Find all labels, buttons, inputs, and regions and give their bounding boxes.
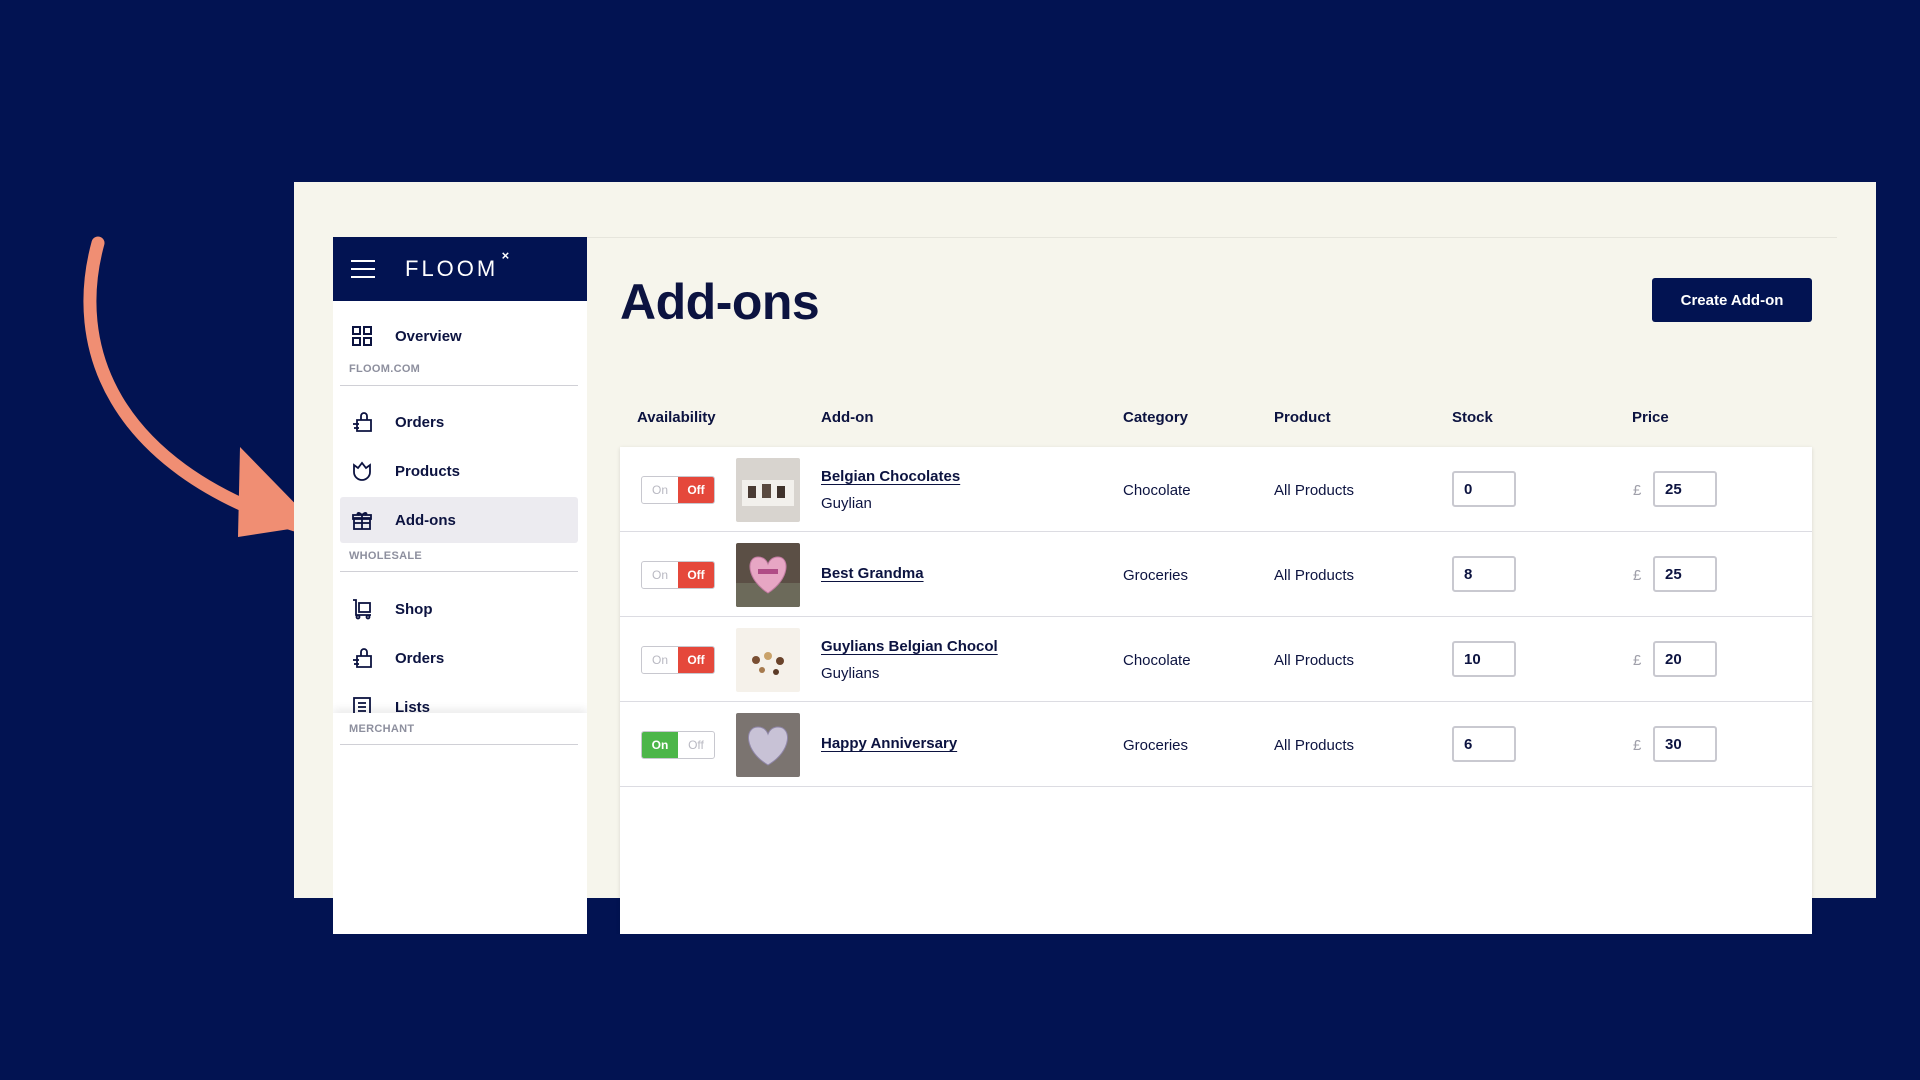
currency-symbol: £ [1633,567,1642,584]
price-input[interactable] [1653,556,1717,592]
toggle-off-label[interactable]: Off [678,732,714,758]
section-label-floom: FLOOM.COM [349,363,421,375]
section-divider [340,744,578,745]
product-cell: All Products [1274,652,1355,669]
section-label-wholesale: WHOLESALE [349,550,422,562]
addon-name-link[interactable]: Best Grandma [821,565,924,582]
currency-symbol: £ [1633,737,1642,754]
floom-logo[interactable]: FLOOM × [405,248,509,282]
section-divider [340,385,578,386]
toggle-on-label[interactable]: On [642,562,678,588]
section-divider [340,571,578,572]
table-row: On Off Happy Anniversary Groceries All P… [620,702,1812,787]
chocolates-image [736,628,800,692]
column-header-addon[interactable]: Add-on [821,409,873,426]
screenshot-frame: FLOOM × Overview FLOOM.COM Orders Produc… [294,182,1876,934]
chocolate-box-image [736,458,800,522]
stock-input[interactable] [1452,471,1516,507]
price-input[interactable] [1653,471,1717,507]
sidebar-footer: MERCHANT [333,713,587,934]
currency-symbol: £ [1633,482,1642,499]
logo-text: FLOOM [405,256,499,281]
toggle-off-label[interactable]: Off [678,562,714,588]
column-header-stock[interactable]: Stock [1452,409,1493,426]
addon-name-link[interactable]: Happy Anniversary [821,735,957,752]
availability-toggle[interactable]: On Off [641,731,715,759]
sidebar-header: FLOOM × [333,237,587,301]
column-header-category[interactable]: Category [1123,409,1188,426]
addon-brand: Guylians [821,665,880,682]
addon-name-link[interactable]: Belgian Chocolates [821,468,960,485]
sidebar-item-addons[interactable]: Add-ons [340,497,578,543]
hamburger-menu-icon[interactable] [351,260,375,278]
section-label-merchant: MERCHANT [349,723,415,735]
sidebar-item-label: Shop [395,600,433,618]
toggle-on-label[interactable]: On [642,732,678,758]
category-cell: Chocolate [1123,482,1191,499]
table-row: On Off Belgian Chocolates Guylian Chocol… [620,447,1812,532]
trolley-icon [353,599,371,620]
page-title: Add-ons [620,274,820,330]
logo-mark: × [501,248,513,263]
heart-balloon-image [736,543,800,607]
pointer-arrow-icon [83,236,316,537]
currency-symbol: £ [1633,652,1642,669]
balloon-image [736,713,800,777]
availability-toggle[interactable]: On Off [641,646,715,674]
category-cell: Groceries [1123,737,1189,754]
shopping-bag-icon [353,648,372,668]
sidebar-item-wholesale-orders[interactable]: Orders [340,635,578,681]
sidebar-item-overview[interactable]: Overview [340,313,578,359]
sidebar: FLOOM × Overview FLOOM.COM Orders Produc… [333,237,587,934]
app-window: FLOOM × Overview FLOOM.COM Orders Produc… [333,237,1837,934]
addon-brand: Guylian [821,495,872,512]
sidebar-item-label: Orders [395,413,445,431]
product-cell: All Products [1274,482,1355,499]
sidebar-item-label: Orders [395,649,445,667]
toggle-on-label[interactable]: On [642,647,678,673]
shopping-bag-icon [353,412,372,432]
availability-toggle[interactable]: On Off [641,561,715,589]
grid-icon [352,326,372,346]
sidebar-item-label: Add-ons [395,511,456,529]
column-header-product[interactable]: Product [1274,409,1331,426]
sidebar-item-products[interactable]: Products [340,448,578,494]
sidebar-item-label: Products [395,462,461,480]
category-cell: Chocolate [1123,652,1191,669]
stock-input[interactable] [1452,726,1516,762]
category-cell: Groceries [1123,567,1189,584]
table-row: On Off Guylians Belgian Chocol Guylians … [620,617,1812,702]
toggle-on-label[interactable]: On [642,477,678,503]
stock-input[interactable] [1452,641,1516,677]
product-cell: All Products [1274,737,1355,754]
toggle-off-label[interactable]: Off [678,647,714,673]
sidebar-item-label: Overview [395,327,462,345]
price-input[interactable] [1653,726,1717,762]
product-cell: All Products [1274,567,1355,584]
addon-name-link[interactable]: Guylians Belgian Chocol [821,638,998,655]
toggle-off-label[interactable]: Off [678,477,714,503]
availability-toggle[interactable]: On Off [641,476,715,504]
gift-icon [352,512,372,530]
sidebar-item-orders[interactable]: Orders [340,399,578,445]
create-addon-button[interactable]: Create Add-on [1652,278,1812,322]
column-header-availability[interactable]: Availability [637,409,716,426]
stock-input[interactable] [1452,556,1516,592]
sidebar-item-shop[interactable]: Shop [340,586,578,632]
column-header-price[interactable]: Price [1632,409,1669,426]
tulip-icon [353,461,371,481]
table-row: On Off Best Grandma Groceries All Produc… [620,532,1812,617]
header-divider [586,237,1837,238]
addons-table: On Off Belgian Chocolates Guylian Chocol… [620,447,1812,934]
price-input[interactable] [1653,641,1717,677]
